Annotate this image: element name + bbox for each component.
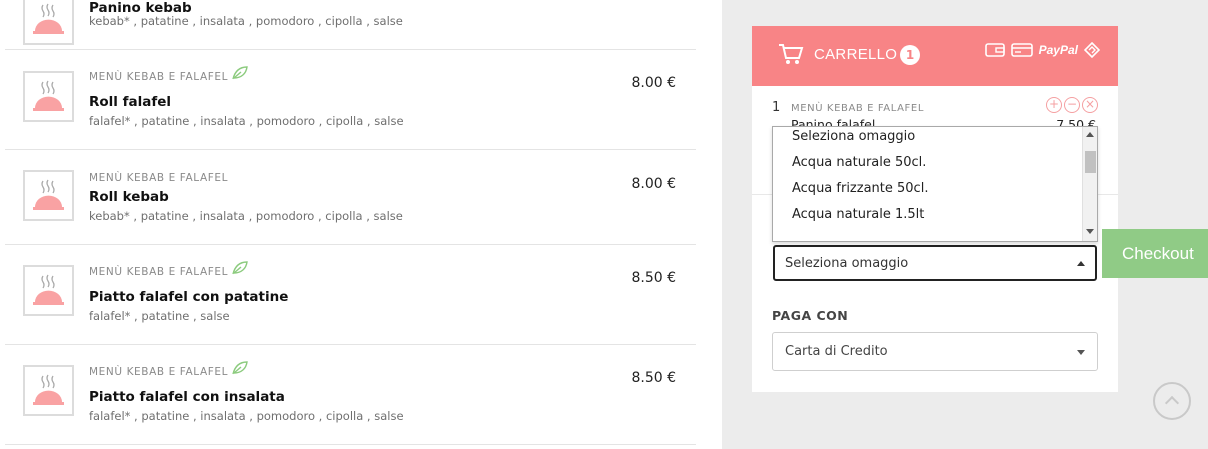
vegetarian-leaf-icon: [232, 261, 248, 275]
satispay-icon: [1084, 42, 1100, 58]
delete-item-icon[interactable]: ×: [1082, 97, 1098, 113]
item-category: MENÙ KEBAB E FALAFEL: [89, 71, 229, 83]
cart-header: CARRELLO 1 PayPal: [752, 26, 1118, 86]
item-price: 8.00 €: [631, 176, 676, 192]
scrollbar-thumb[interactable]: [1085, 151, 1096, 173]
item-ingredients: falafel* , patatine , insalata , pomodor…: [89, 114, 404, 128]
menu-item[interactable]: MENÙ KEBAB E FALAFEL Roll falafel falafe…: [5, 50, 696, 150]
shopping-cart-icon: [779, 44, 804, 64]
item-category: MENÙ KEBAB E FALAFEL: [89, 172, 229, 184]
item-price: 8.50 €: [631, 370, 676, 386]
credit-card-icon: [1010, 43, 1033, 57]
item-ingredients: kebab* , patatine , insalata , pomodoro …: [89, 209, 403, 223]
pay-with-label: PAGA CON: [772, 308, 849, 323]
menu-list: Panino kebab kebab* , patatine , insalat…: [0, 0, 722, 449]
vegetarian-leaf-icon: [232, 66, 248, 80]
dropdown-option[interactable]: Acqua naturale 50cl.: [792, 155, 926, 170]
item-name: Roll falafel: [89, 94, 172, 110]
remove-quantity-icon[interactable]: −: [1064, 97, 1080, 113]
vegetarian-leaf-icon: [232, 361, 248, 375]
item-name: Piatto falafel con patatine: [89, 289, 289, 305]
cart-line-category: MENÙ KEBAB E FALAFEL: [791, 103, 924, 114]
item-ingredients: kebab* , patatine , insalata , pomodoro …: [89, 14, 403, 28]
item-name: Piatto falafel con insalata: [89, 389, 285, 405]
payment-method-select[interactable]: Carta di Credito: [772, 332, 1098, 371]
dropdown-option[interactable]: Acqua frizzante 50cl.: [792, 181, 928, 196]
scroll-to-top-button[interactable]: [1153, 382, 1191, 420]
cart-line-actions: + − ×: [1046, 97, 1098, 113]
caret-down-icon: [1077, 350, 1085, 355]
chevron-up-icon: [1164, 395, 1180, 411]
payment-method-value: Carta di Credito: [785, 344, 888, 359]
dropdown-scrollbar[interactable]: [1082, 127, 1097, 241]
scroll-up-arrow-icon[interactable]: [1086, 132, 1094, 137]
gift-select[interactable]: Seleziona omaggio: [773, 245, 1097, 281]
item-price: 8.00 €: [631, 75, 676, 91]
item-ingredients: falafel* , patatine , insalata , pomodor…: [89, 409, 404, 423]
wallet-icon: [984, 43, 1005, 57]
dish-placeholder-icon: [23, 71, 74, 122]
dish-placeholder-icon: [23, 170, 74, 221]
item-name: Roll kebab: [89, 189, 169, 205]
gift-dropdown-list: Seleziona omaggio Acqua naturale 50cl. A…: [772, 126, 1098, 242]
gift-select-value: Seleziona omaggio: [785, 256, 909, 271]
menu-item[interactable]: MENÙ KEBAB E FALAFEL Piatto falafel con …: [5, 345, 696, 445]
item-category: MENÙ KEBAB E FALAFEL: [89, 366, 229, 378]
dish-placeholder-icon: [23, 0, 74, 45]
item-ingredients: falafel* , patatine , salse: [89, 309, 230, 323]
cart-title: CARRELLO: [814, 46, 898, 63]
paypal-logo: PayPal: [1038, 43, 1078, 57]
item-price: 8.50 €: [631, 270, 676, 286]
cart-count-badge: 1: [900, 45, 920, 65]
cart-line-quantity: 1: [772, 100, 781, 115]
add-quantity-icon[interactable]: +: [1046, 97, 1062, 113]
dish-placeholder-icon: [23, 265, 74, 316]
menu-item[interactable]: MENÙ KEBAB E FALAFEL Roll kebab kebab* ,…: [5, 150, 696, 245]
dropdown-option[interactable]: Acqua naturale 1.5lt: [792, 207, 924, 222]
payment-methods: PayPal: [984, 42, 1100, 58]
dropdown-option[interactable]: Seleziona omaggio: [792, 129, 915, 144]
checkout-button[interactable]: Checkout: [1102, 229, 1208, 278]
menu-item[interactable]: MENÙ KEBAB E FALAFEL Piatto falafel con …: [5, 245, 696, 345]
caret-up-icon: [1077, 261, 1085, 266]
item-category: MENÙ KEBAB E FALAFEL: [89, 266, 229, 278]
dish-placeholder-icon: [23, 365, 74, 416]
menu-item[interactable]: Panino kebab kebab* , patatine , insalat…: [5, 0, 696, 50]
scroll-down-arrow-icon[interactable]: [1086, 229, 1094, 234]
